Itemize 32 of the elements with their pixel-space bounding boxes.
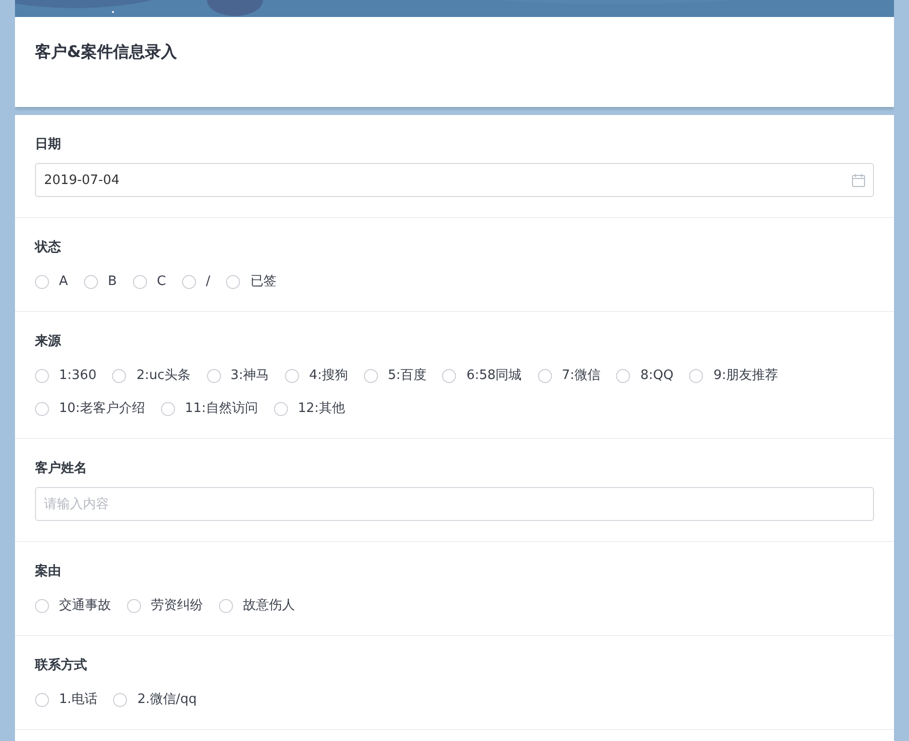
radio-option[interactable]: 3:神马 — [206, 366, 270, 385]
radio-option[interactable]: 4:搜狗 — [285, 366, 348, 385]
date-field[interactable]: 2019-07-04 — [35, 163, 874, 197]
radio-option[interactable]: 2:uc头条 — [112, 366, 191, 385]
field-label: 客户姓名 — [35, 461, 88, 477]
form-title: 客户&案件信息录入 — [34, 41, 178, 63]
radio-option[interactable]: 12:其他 — [274, 399, 345, 418]
radio-option[interactable]: 8:QQ — [616, 366, 674, 385]
radio-option[interactable]: A — [35, 272, 68, 291]
field-label: 联系方式 — [35, 658, 88, 674]
radio-option[interactable]: 故意伤人 — [219, 596, 295, 615]
field-label: 日期 — [35, 137, 62, 153]
radio-option[interactable]: 1:360 — [35, 366, 96, 385]
radio-option[interactable]: 9:朋友推荐 — [689, 366, 778, 385]
radio-option[interactable]: 5:百度 — [364, 366, 426, 385]
radio-option[interactable]: 10:老客户介绍 — [35, 399, 145, 418]
radio-option[interactable]: 1.电话 — [35, 690, 98, 709]
radio-option[interactable]: / — [182, 272, 210, 291]
radio-option[interactable]: 已签 — [226, 272, 276, 291]
radio-option[interactable]: 交通事故 — [35, 596, 111, 615]
radio-option[interactable]: B — [84, 272, 117, 291]
name-input[interactable]: 请输入内容 — [35, 487, 874, 521]
radio-option[interactable]: C — [132, 272, 166, 291]
field-label: 案由 — [35, 564, 62, 580]
radio-option[interactable]: 2.微信/qq — [113, 690, 197, 709]
radio-option[interactable]: 11:自然访问 — [160, 399, 258, 418]
calendar-icon — [852, 174, 865, 186]
field-label: 状态 — [35, 240, 62, 256]
radio-option[interactable]: 劳资纠纷 — [127, 596, 203, 615]
radio-option[interactable]: 7:微信 — [538, 366, 600, 385]
radio-option[interactable]: 6:58同城 — [442, 366, 522, 385]
field-label: 来源 — [35, 334, 62, 350]
